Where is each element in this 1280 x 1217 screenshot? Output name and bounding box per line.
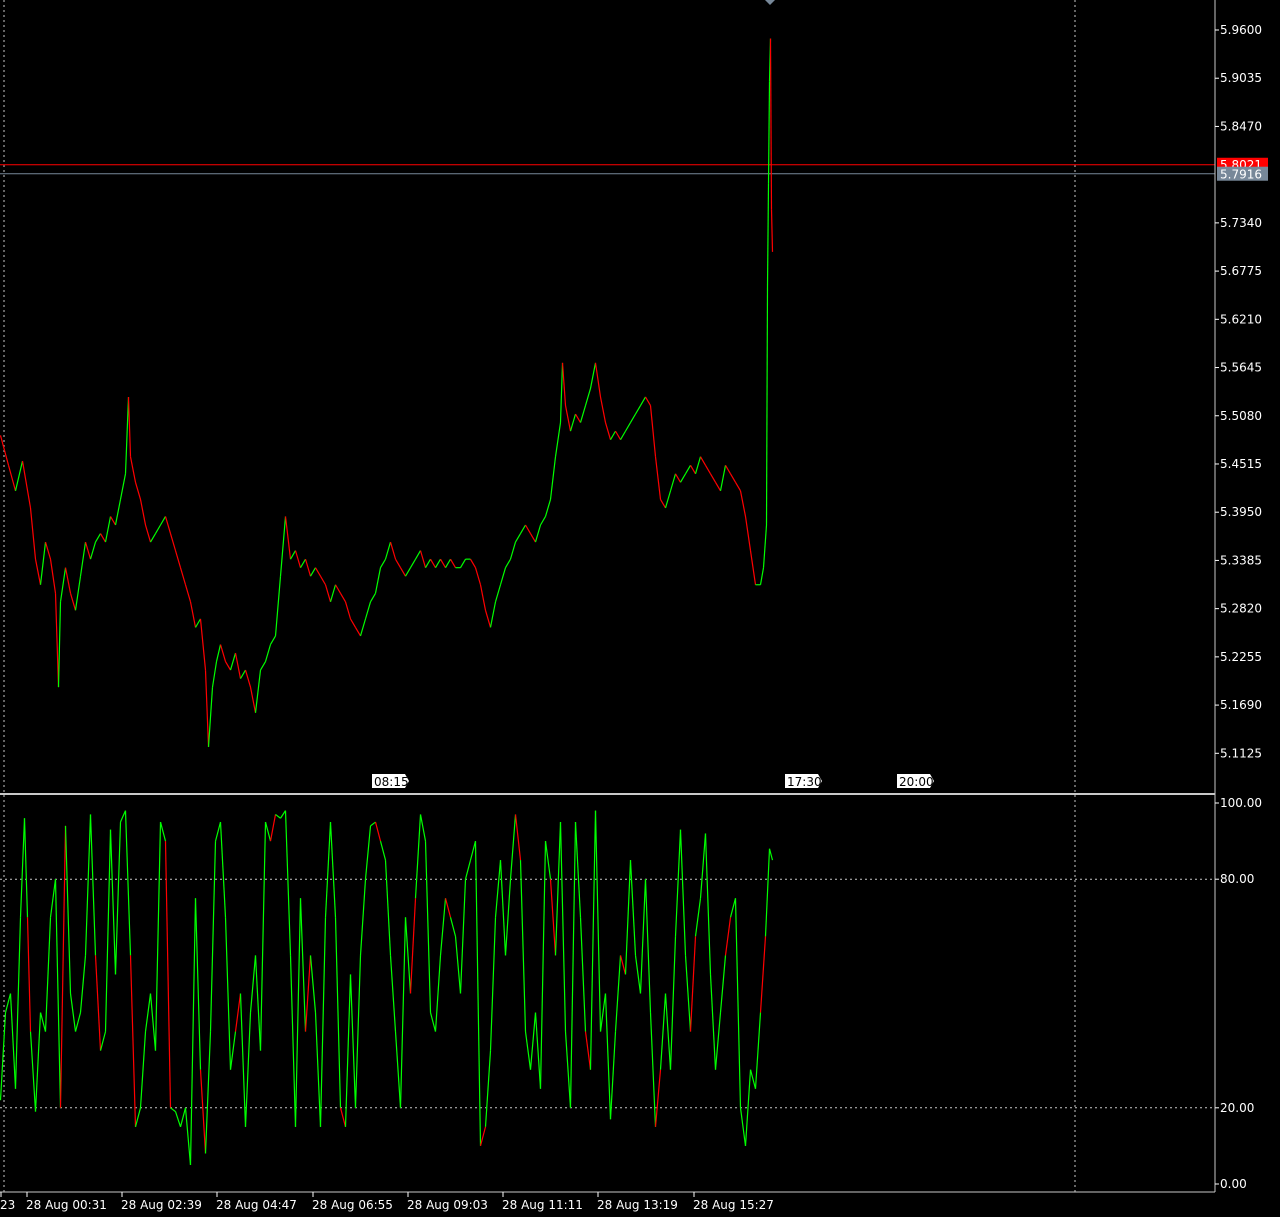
ask-price-label: 5.7916 [1220,168,1262,182]
price-tick-label: 5.6210 [1220,312,1262,326]
price-tick-label: 5.5645 [1220,361,1262,375]
price-tick-label: 5.5080 [1220,409,1262,423]
time-tick-label: 28 Aug 00:31 [26,1198,107,1212]
price-tick-label: 5.4515 [1220,457,1262,471]
osc-tick-label: 0.00 [1220,1177,1247,1191]
osc-tick-label: 20.00 [1220,1101,1254,1115]
time-marker-label: 20:00 [899,775,934,789]
time-tick-label: 28 Aug 04:47 [216,1198,297,1212]
chart-canvas[interactable]: 5.9600 5.9035 5.8470 5.7340 5.6775 5.6210 5.56… [0,0,1280,1213]
time-tick-label: 28 Aug 15:27 [693,1198,774,1212]
time-marker-label: 08:15 [374,775,409,789]
price-tick-label: 5.9035 [1220,71,1262,85]
time-tick-label: 28 Aug 09:03 [407,1198,488,1212]
price-tick-label: 5.9600 [1220,23,1262,37]
price-tick-label: 5.2820 [1220,602,1262,616]
price-tick-label: 5.8470 [1220,119,1262,133]
price-tick-label: 5.3385 [1220,553,1262,567]
time-tick-label: 28 Aug 11:11 [502,1198,583,1212]
time-tick-label: 28 Aug 13:19 [597,1198,678,1212]
time-tick-label: 23 [0,1198,15,1212]
price-tick-label: 5.1125 [1220,746,1262,760]
trading-chart[interactable]: 5.9600 5.9035 5.8470 5.7340 5.6775 5.6210 5.56… [0,0,1280,1213]
osc-tick-label: 100.00 [1220,796,1262,810]
price-tick-label: 5.3950 [1220,505,1262,519]
time-tick-label: 28 Aug 06:55 [312,1198,393,1212]
price-tick-label: 5.2255 [1220,650,1262,664]
osc-tick-label: 80.00 [1220,872,1254,886]
price-tick-label: 5.6775 [1220,264,1262,278]
price-tick-label: 5.1690 [1220,698,1262,712]
time-tick-label: 28 Aug 02:39 [121,1198,202,1212]
time-marker-label: 17:30 [787,775,822,789]
price-tick-label: 5.7340 [1220,216,1262,230]
